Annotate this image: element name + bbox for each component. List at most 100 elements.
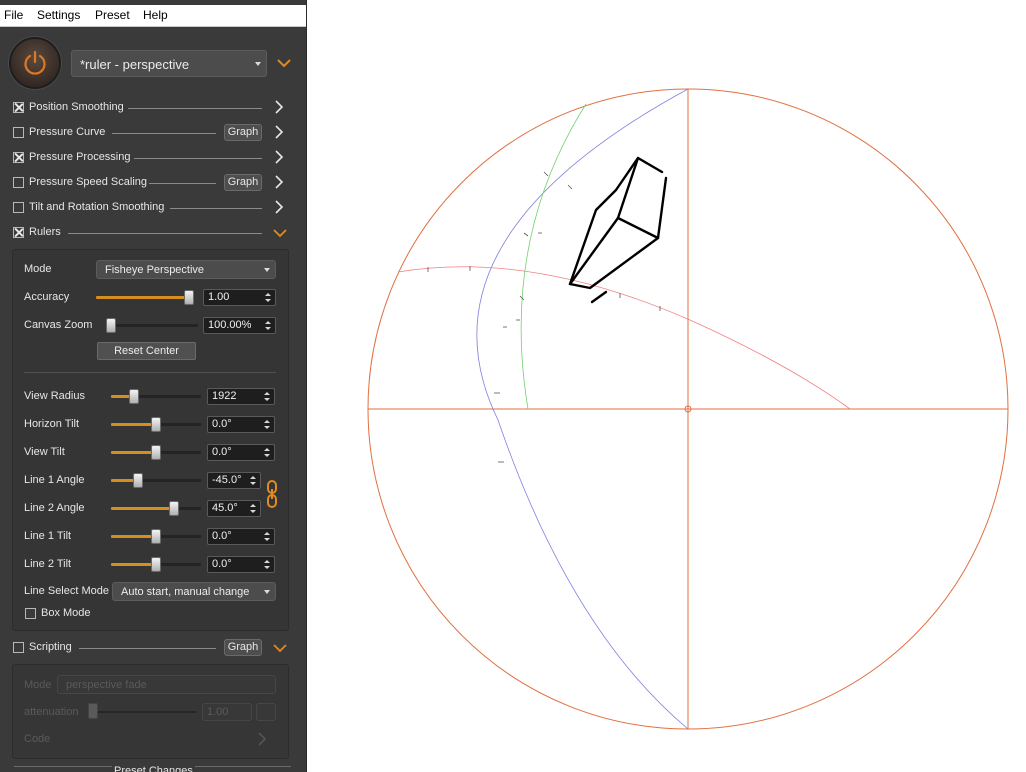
spin-down-icon[interactable] <box>264 426 270 429</box>
accuracy-spinbox[interactable]: 1.00 <box>203 289 276 306</box>
dropdown-arrow-icon <box>255 62 261 66</box>
box-sketch <box>568 156 668 304</box>
line-2-tilt-label: Line 2 Tilt <box>24 558 72 570</box>
spin-down-icon[interactable] <box>264 538 270 541</box>
reset-center-button[interactable]: Reset Center <box>97 342 196 360</box>
canvas-zoom-spinbox[interactable]: 100.00% <box>203 317 276 334</box>
line-1-angle-label: Line 1 Angle <box>24 474 85 486</box>
spin-down-icon[interactable] <box>250 510 256 513</box>
line-select-mode-select[interactable]: Auto start, manual change <box>112 582 276 601</box>
ruler-mode-select[interactable]: Fisheye Perspective <box>96 260 276 279</box>
attenuation-spinbox[interactable]: 1.00 <box>202 703 252 721</box>
line-1-angle-slider[interactable] <box>111 473 201 488</box>
position-smoothing-checkbox[interactable] <box>13 102 24 113</box>
scripting-graph-button[interactable]: Graph <box>224 639 262 656</box>
tablet-settings-panel: File Settings Preset Help *ruler - persp… <box>0 0 307 772</box>
line-2-angle-slider[interactable] <box>111 501 201 516</box>
box-mode-checkbox[interactable] <box>25 608 36 619</box>
spin-down-icon[interactable] <box>264 454 270 457</box>
chevron-down-icon[interactable] <box>272 642 288 654</box>
spin-up-icon[interactable] <box>265 321 271 324</box>
line-2-angle-value: 45.0° <box>212 502 238 514</box>
line-1-tilt-slider[interactable] <box>111 529 201 544</box>
mode-label: Mode <box>24 263 52 275</box>
scripting-checkbox[interactable] <box>13 642 24 653</box>
line-2-angle-spinbox[interactable]: 45.0° <box>207 500 261 517</box>
box-mode-label: Box Mode <box>41 607 91 619</box>
slider-handle[interactable] <box>184 290 194 305</box>
spin-up-icon[interactable] <box>264 532 270 535</box>
slider-handle[interactable] <box>106 318 116 333</box>
line-select-mode-value: Auto start, manual change <box>121 586 250 598</box>
script-mode-field[interactable]: perspective fade <box>57 675 276 694</box>
chevron-down-icon[interactable] <box>272 227 288 239</box>
chevron-right-icon[interactable] <box>273 99 285 115</box>
pressure-processing-checkbox[interactable] <box>13 152 24 163</box>
spin-up-icon[interactable] <box>264 392 270 395</box>
section-divider <box>24 372 276 373</box>
chevron-right-icon[interactable] <box>256 731 268 747</box>
link-chain-icon[interactable] <box>265 480 279 508</box>
canvas-zoom-value: 100.00% <box>208 319 252 331</box>
slider-handle[interactable] <box>129 389 139 404</box>
slider-handle[interactable] <box>133 473 143 488</box>
attenuation-slider[interactable] <box>88 711 196 713</box>
line-1-tilt-spinbox[interactable]: 0.0° <box>207 528 275 545</box>
spin-down-icon[interactable] <box>250 482 256 485</box>
horizon-tilt-slider[interactable] <box>111 417 201 432</box>
scripting-label: Scripting <box>29 641 72 653</box>
slider-handle[interactable] <box>151 529 161 544</box>
line-1-angle-spinbox[interactable]: -45.0° <box>207 472 261 489</box>
slider-handle[interactable] <box>88 703 98 719</box>
spin-up-icon[interactable] <box>264 420 270 423</box>
spin-up-icon[interactable] <box>264 560 270 563</box>
pressure-speed-graph-button[interactable]: Graph <box>224 174 262 191</box>
slider-handle[interactable] <box>151 417 161 432</box>
fisheye-perspective-guide <box>367 88 1009 730</box>
chevron-right-icon[interactable] <box>273 149 285 165</box>
rulers-checkbox[interactable] <box>13 227 24 238</box>
chevron-right-icon[interactable] <box>273 124 285 140</box>
canvas-zoom-slider[interactable] <box>106 318 198 333</box>
view-tilt-spinbox[interactable]: 0.0° <box>207 444 275 461</box>
chevron-right-icon[interactable] <box>273 174 285 190</box>
preset-expand-chevron-icon[interactable] <box>276 57 292 69</box>
spin-up-icon[interactable] <box>265 293 271 296</box>
chevron-right-icon[interactable] <box>273 199 285 215</box>
spin-down-icon[interactable] <box>265 299 271 302</box>
pressure-curve-checkbox[interactable] <box>13 127 24 138</box>
line-1-tilt-value: 0.0° <box>212 530 232 542</box>
accuracy-slider[interactable] <box>96 290 194 305</box>
power-button[interactable] <box>9 37 61 89</box>
view-radius-value: 1922 <box>212 390 237 402</box>
menu-settings[interactable]: Settings <box>37 8 80 22</box>
view-radius-spinbox[interactable]: 1922 <box>207 388 275 405</box>
pressure-curve-graph-button[interactable]: Graph <box>224 124 262 141</box>
slider-handle[interactable] <box>151 445 161 460</box>
spin-up-icon[interactable] <box>250 476 256 479</box>
power-icon <box>24 50 46 75</box>
spin-up-icon[interactable] <box>250 504 256 507</box>
divider <box>68 233 262 234</box>
drawing-canvas[interactable] <box>308 0 1026 772</box>
slider-handle[interactable] <box>151 557 161 572</box>
tilt-rotation-checkbox[interactable] <box>13 202 24 213</box>
spin-down-icon[interactable] <box>264 566 270 569</box>
menu-help[interactable]: Help <box>143 8 168 22</box>
divider <box>79 648 216 649</box>
spin-down-icon[interactable] <box>264 398 270 401</box>
spin-up-icon[interactable] <box>264 448 270 451</box>
pressure-speed-scaling-checkbox[interactable] <box>13 177 24 188</box>
horizon-tilt-spinbox[interactable]: 0.0° <box>207 416 275 433</box>
accuracy-label: Accuracy <box>24 291 70 303</box>
spin-down-icon[interactable] <box>265 327 271 330</box>
attenuation-options-button[interactable] <box>256 703 276 721</box>
menu-file[interactable]: File <box>4 8 23 22</box>
menu-preset[interactable]: Preset <box>95 8 130 22</box>
slider-handle[interactable] <box>169 501 179 516</box>
view-tilt-slider[interactable] <box>111 445 201 460</box>
preset-select[interactable]: *ruler - perspective <box>71 50 267 77</box>
line-2-tilt-spinbox[interactable]: 0.0° <box>207 556 275 573</box>
view-radius-slider[interactable] <box>111 389 201 404</box>
line-2-tilt-slider[interactable] <box>111 557 201 572</box>
